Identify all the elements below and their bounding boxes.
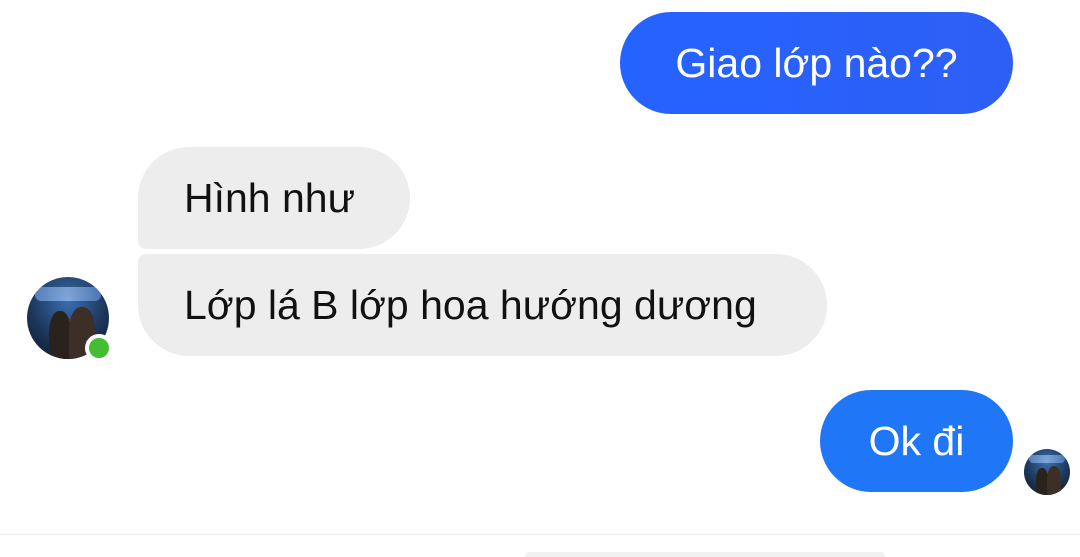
online-status-indicator xyxy=(85,334,113,362)
avatar-photo-detail xyxy=(49,311,71,359)
message-text: Hình như xyxy=(184,174,356,221)
chat-thread: Giao lớp nào?? Hình như Lớp lá B lớp hoa… xyxy=(0,0,1080,557)
outgoing-message-bubble[interactable]: Ok đi xyxy=(820,390,1013,492)
message-text: Lớp lá B lớp hoa hướng dương xyxy=(184,281,757,328)
seen-receipt-avatar xyxy=(1024,449,1070,495)
message-text: Ok đi xyxy=(868,417,965,464)
avatar-photo-detail xyxy=(1029,455,1065,463)
message-text: Giao lớp nào?? xyxy=(675,39,958,86)
incoming-message-bubble[interactable]: Hình như xyxy=(138,147,410,249)
incoming-message-bubble[interactable]: Lớp lá B lớp hoa hướng dương xyxy=(138,254,827,356)
avatar-photo-detail xyxy=(1047,466,1061,495)
avatar-photo-detail xyxy=(35,287,101,301)
outgoing-message-bubble[interactable]: Giao lớp nào?? xyxy=(620,12,1013,114)
message-input[interactable] xyxy=(525,552,885,557)
